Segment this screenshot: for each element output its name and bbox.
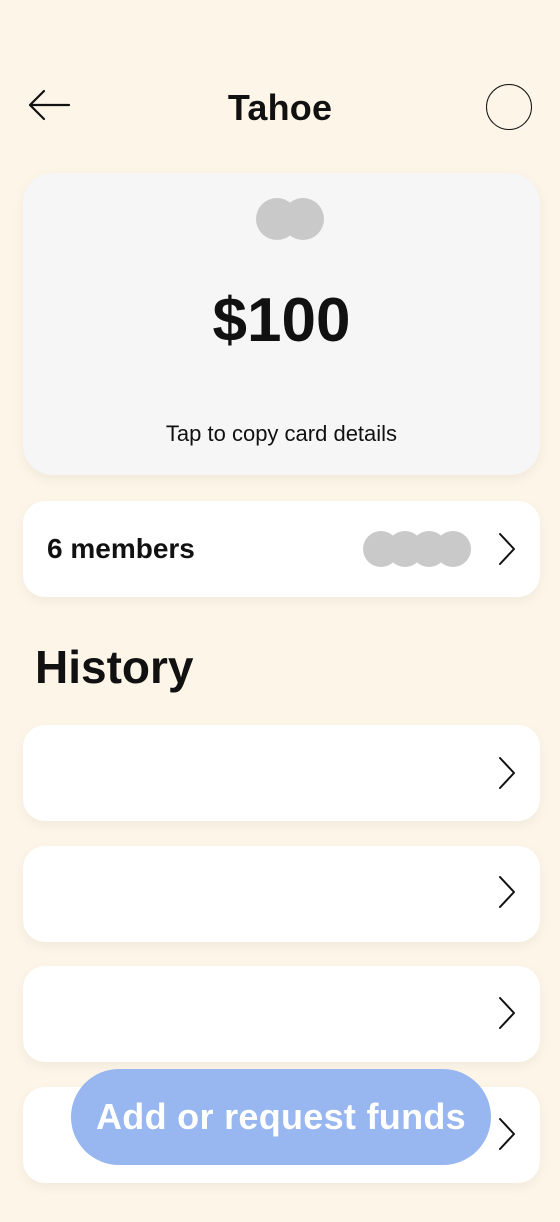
profile-button[interactable] xyxy=(486,84,532,130)
history-heading: History xyxy=(35,641,194,693)
chevron-right-icon xyxy=(496,531,518,567)
chevron-right-icon xyxy=(496,995,518,1031)
virtual-card[interactable]: $100 Tap to copy card details xyxy=(23,173,540,475)
chevron-right-icon xyxy=(496,874,518,910)
chevron-right-icon xyxy=(496,1116,518,1152)
member-avatars xyxy=(363,531,475,569)
page-title: Tahoe xyxy=(227,87,333,128)
copy-card-details-caption: Tap to copy card details xyxy=(165,421,398,446)
history-item[interactable] xyxy=(23,846,540,942)
members-count-label: 6 members xyxy=(47,533,195,564)
add-or-request-funds-button[interactable]: Add or request funds xyxy=(71,1069,491,1165)
card-network-logo-icon xyxy=(256,198,324,242)
chevron-right-icon xyxy=(496,755,518,791)
history-item[interactable] xyxy=(23,725,540,821)
history-item[interactable] xyxy=(23,966,540,1062)
avatar xyxy=(435,531,471,567)
members-row[interactable]: 6 members xyxy=(23,501,540,597)
card-balance: $100 xyxy=(212,286,351,355)
